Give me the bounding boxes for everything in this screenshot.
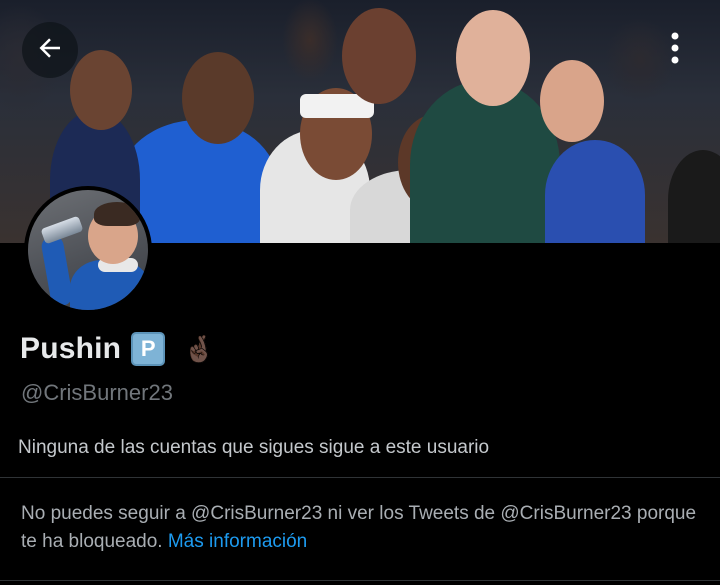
profile-name-row: Pushin P 🤞🏿: [20, 332, 216, 366]
profile-handle: @CrisBurner23: [21, 380, 173, 405]
blocked-message-text: No puedes seguir a @CrisBurner23 ni ver …: [21, 503, 697, 552]
vertical-ellipsis-icon: [670, 30, 680, 71]
display-name: Pushin: [20, 332, 122, 365]
banner-person-head: [342, 8, 416, 104]
learn-more-link[interactable]: Más información: [168, 531, 307, 552]
crossed-fingers-emoji: 🤞🏿: [183, 333, 216, 364]
banner-person-head: [70, 50, 132, 130]
profile-avatar[interactable]: [24, 186, 152, 314]
blocked-message: No puedes seguir a @CrisBurner23 ni ver …: [21, 500, 711, 556]
divider: [0, 580, 720, 581]
arrow-left-icon: [35, 33, 65, 68]
more-options-button[interactable]: [648, 22, 702, 78]
followers-you-know-note: Ninguna de las cuentas que sigues sigue …: [18, 437, 490, 458]
banner-person-head: [182, 52, 254, 144]
back-button[interactable]: [22, 22, 78, 78]
banner-person: [545, 140, 645, 243]
divider: [0, 477, 720, 478]
banner-person-head: [456, 10, 530, 106]
parking-badge-icon: P: [131, 332, 166, 366]
avatar-arm: [40, 234, 74, 308]
banner-person-head: [540, 60, 604, 142]
avatar-hair: [94, 202, 140, 226]
